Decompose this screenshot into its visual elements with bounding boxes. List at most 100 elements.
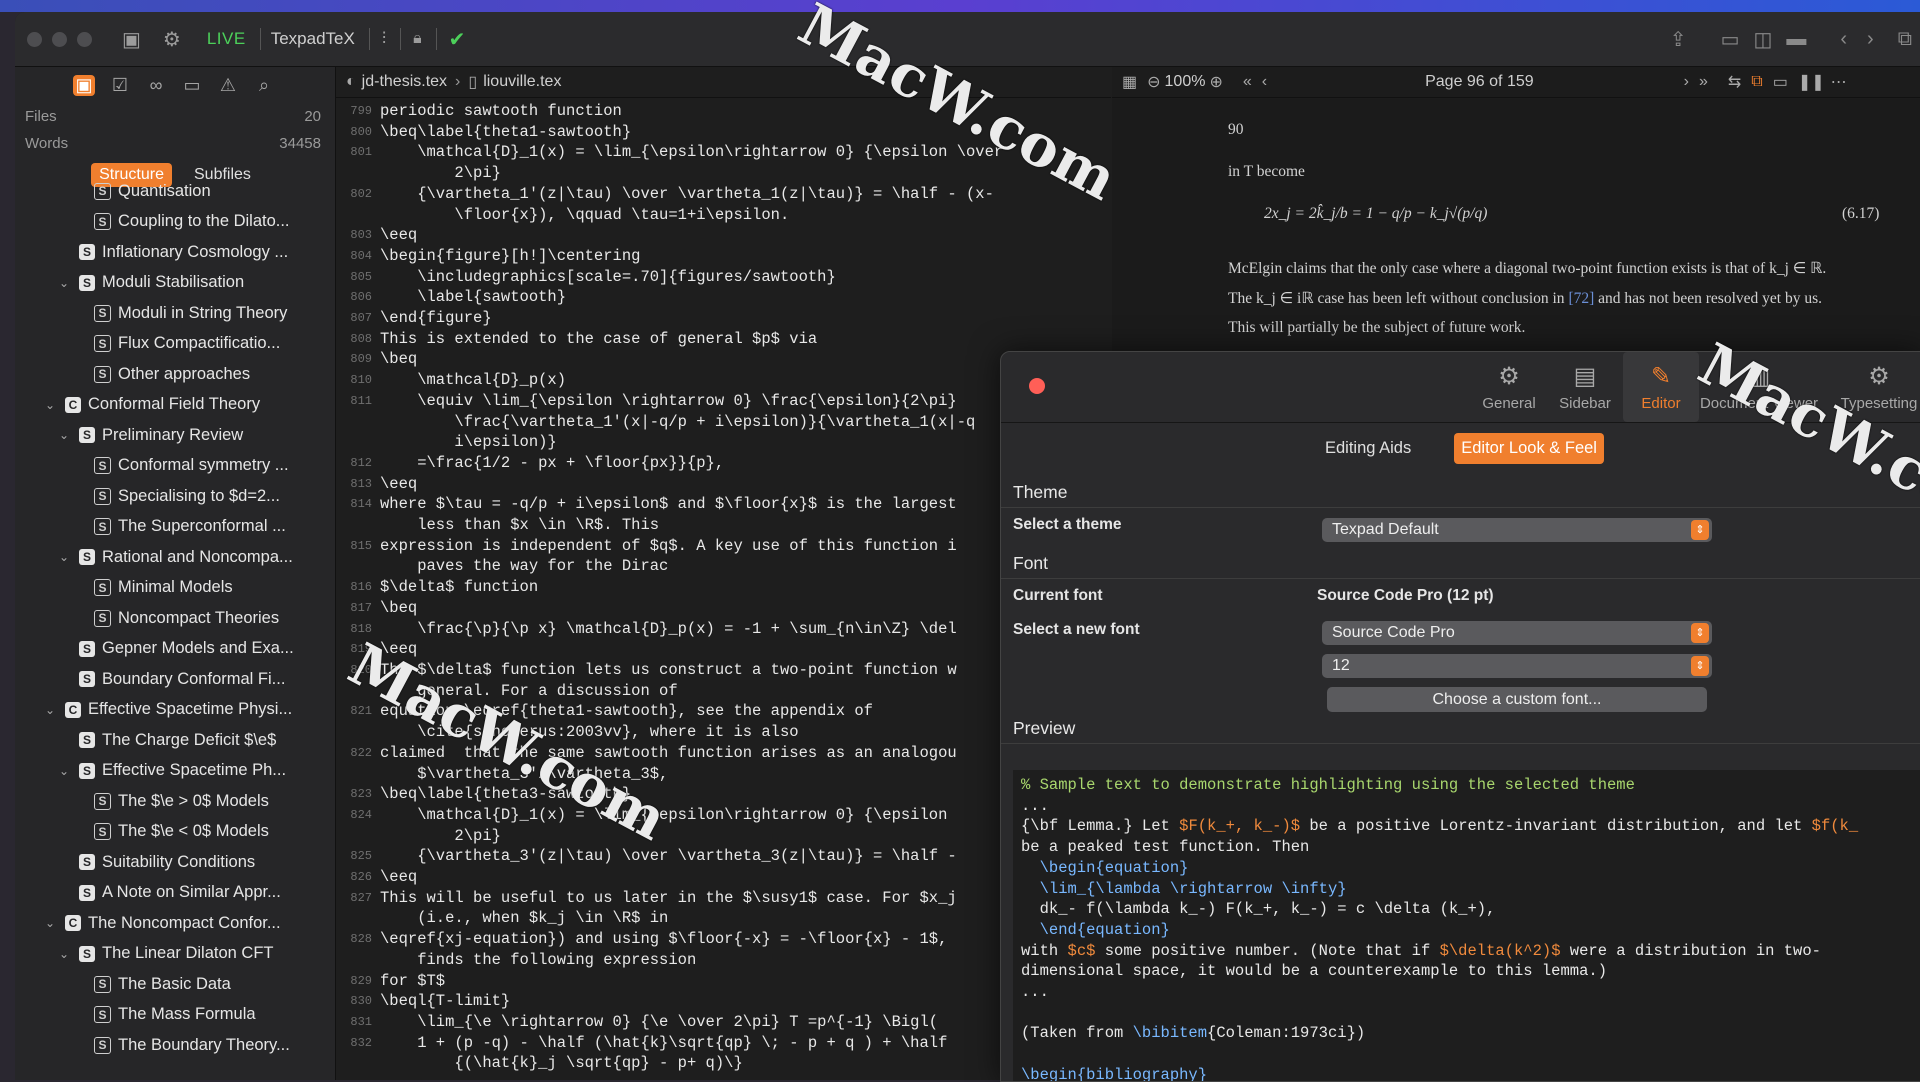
- outline-item[interactable]: SOther approaches: [15, 359, 335, 390]
- outline-item[interactable]: SCoupling to the Dilato...: [15, 207, 335, 238]
- disclosure-chevron-icon[interactable]: ⌄: [43, 703, 57, 717]
- code-line: {(\hat{k}_j \sqrt{qp} - p+ q)\}: [336, 1053, 1111, 1074]
- outline-item[interactable]: SNoncompact Theories: [15, 603, 335, 634]
- disclosure-chevron-icon[interactable]: ⌄: [57, 428, 71, 442]
- outline-item[interactable]: SThe Mass Formula: [15, 1000, 335, 1031]
- code-line: 815expression is independent of $q$. A k…: [336, 536, 1111, 557]
- zoom-window-button[interactable]: [77, 32, 92, 47]
- disclosure-chevron-icon[interactable]: ⌄: [57, 276, 71, 290]
- search-icon[interactable]: ⌕: [253, 75, 275, 96]
- outline-item[interactable]: ⌄CEffective Spacetime Physi...: [15, 695, 335, 726]
- disclosure-chevron-icon[interactable]: ⌄: [57, 947, 71, 961]
- theme-select[interactable]: Texpad Default ⇕: [1322, 518, 1712, 542]
- thumbnail-grid-icon[interactable]: ▦: [1122, 72, 1137, 92]
- code-text: (i.e., when $k_j \in \R$ in: [380, 908, 668, 929]
- window-icon[interactable]: ▭: [1773, 72, 1788, 92]
- outline-item[interactable]: ⌄CConformal Field Theory: [15, 390, 335, 421]
- outline-item[interactable]: SA Note on Similar Appr...: [15, 878, 335, 909]
- share-icon[interactable]: ⇪: [1670, 27, 1687, 52]
- disclosure-chevron-icon[interactable]: ⌄: [43, 916, 57, 930]
- first-page-icon[interactable]: «: [1243, 73, 1252, 91]
- outline-item[interactable]: SThe Boundary Theory...: [15, 1030, 335, 1061]
- outline-item[interactable]: SGepner Models and Exa...: [15, 634, 335, 665]
- document-viewer-tab[interactable]: ▥Document Viewer: [1699, 352, 1819, 422]
- outline-item[interactable]: SThe Charge Deficit $\e$: [15, 725, 335, 756]
- outline-item[interactable]: SModuli in String Theory: [15, 298, 335, 329]
- sidebar-toggle-icon[interactable]: ▣: [122, 27, 141, 52]
- disclosure-chevron-icon[interactable]: ⌄: [57, 550, 71, 564]
- check-circle-icon[interactable]: ✔: [449, 27, 466, 52]
- forward-arrow-icon[interactable]: ›: [1867, 28, 1874, 51]
- outline-item[interactable]: ⌄CThe Noncompact Confor...: [15, 908, 335, 939]
- outline-item[interactable]: SConformal symmetry ...: [15, 451, 335, 482]
- back-arrow-icon[interactable]: ‹: [1840, 28, 1847, 51]
- editor-tab[interactable]: ✎Editor: [1623, 352, 1699, 422]
- outline-item[interactable]: ⌄SLiouville Theory: [15, 1061, 335, 1069]
- editor-look-feel-tab[interactable]: Editor Look & Feel: [1454, 433, 1604, 464]
- folder-icon[interactable]: ▭: [181, 75, 203, 96]
- outline-item[interactable]: SInflationary Cosmology ...: [15, 237, 335, 268]
- warning-icon[interactable]: ⚠: [217, 75, 239, 96]
- lock-icon[interactable]: 🔒︎: [413, 30, 422, 48]
- minimize-window-button[interactable]: [52, 32, 67, 47]
- prev-page-icon[interactable]: ‹: [1262, 73, 1267, 91]
- settings-gear-icon[interactable]: ⚙: [163, 27, 181, 52]
- sync-icon[interactable]: ⇆: [1728, 72, 1741, 92]
- outline-item[interactable]: ⌄SRational and Noncompa...: [15, 542, 335, 573]
- breadcrumb-subfile[interactable]: liouville.tex: [483, 73, 561, 91]
- font-size-select[interactable]: 12 ⇕: [1322, 654, 1712, 678]
- general-tab[interactable]: ⚙General: [1471, 352, 1547, 422]
- outline-item[interactable]: ⌄SPreliminary Review: [15, 420, 335, 451]
- outline-item-label: Noncompact Theories: [118, 609, 279, 628]
- editing-aids-tab[interactable]: Editing Aids: [1318, 433, 1418, 464]
- layout-full-icon[interactable]: ▬: [1786, 28, 1806, 51]
- layout-split-icon[interactable]: ◫: [1753, 27, 1772, 52]
- outline-item[interactable]: SBoundary Conformal Fi...: [15, 664, 335, 695]
- outline-item-label: Inflationary Cosmology ...: [102, 243, 288, 262]
- outline-item[interactable]: SFlux Compactificatio...: [15, 329, 335, 360]
- disclosure-chevron-icon[interactable]: ⌄: [43, 398, 57, 412]
- live-typeset-toggle[interactable]: LIVE: [207, 29, 246, 49]
- font-family-value: Source Code Pro: [1332, 624, 1455, 641]
- section-badge-icon: S: [94, 1037, 111, 1054]
- choose-custom-font-button[interactable]: Choose a custom font...: [1327, 687, 1707, 712]
- layout-single-icon[interactable]: ▭: [1721, 27, 1740, 52]
- theme-section-header: Theme: [1001, 479, 1920, 505]
- more-icon[interactable]: ⋯: [1831, 72, 1847, 92]
- last-page-icon[interactable]: »: [1699, 73, 1708, 91]
- pause-icon[interactable]: ❚❚: [1798, 72, 1825, 92]
- outline-item[interactable]: SSuitability Conditions: [15, 847, 335, 878]
- preview-line: some positive number. (Note that if: [1095, 942, 1439, 960]
- breadcrumb-file[interactable]: jd-thesis.tex: [362, 73, 447, 91]
- sliders-icon[interactable]: ⫶: [382, 29, 386, 49]
- font-family-select[interactable]: Source Code Pro ⇕: [1322, 621, 1712, 645]
- source-editor[interactable]: ◐ jd-thesis.tex › ▯ liouville.tex 799per…: [336, 67, 1111, 1080]
- typesetter-selector[interactable]: TexpadTeX: [271, 29, 355, 49]
- citation-link[interactable]: [72]: [1568, 290, 1594, 307]
- outline-item[interactable]: SThe $\e > 0$ Models: [15, 786, 335, 817]
- todo-checkbox-icon[interactable]: ☑: [109, 75, 131, 96]
- sidebar-tab[interactable]: ▤Sidebar: [1547, 352, 1623, 422]
- external-open-icon[interactable]: ⧉: [1751, 73, 1762, 91]
- outline-item[interactable]: SQuantisation: [15, 176, 335, 207]
- structure-icon[interactable]: ▣: [73, 75, 95, 96]
- close-window-button[interactable]: [27, 32, 42, 47]
- outline-item[interactable]: SThe $\e < 0$ Models: [15, 817, 335, 848]
- outline-item[interactable]: ⌄SThe Linear Dilaton CFT: [15, 939, 335, 970]
- line-number: 819: [336, 639, 380, 660]
- disclosure-chevron-icon[interactable]: ⌄: [57, 764, 71, 778]
- next-page-icon[interactable]: ›: [1684, 73, 1689, 91]
- window-tile-icon[interactable]: ⧉: [1898, 28, 1912, 51]
- outline-item[interactable]: SSpecialising to $d=2...: [15, 481, 335, 512]
- outline-item[interactable]: SMinimal Models: [15, 573, 335, 604]
- outline-item[interactable]: SThe Basic Data: [15, 969, 335, 1000]
- close-preferences-button[interactable]: [1029, 378, 1045, 394]
- typesetting-tab[interactable]: ⚙Typesetting: [1819, 352, 1920, 422]
- zoom-in-icon[interactable]: ⊕: [1209, 72, 1222, 92]
- outline-item[interactable]: SThe Superconformal ...: [15, 512, 335, 543]
- zoom-level[interactable]: 100%: [1165, 73, 1206, 91]
- outline-item[interactable]: ⌄SModuli Stabilisation: [15, 268, 335, 299]
- links-icon[interactable]: ∞: [145, 75, 167, 96]
- zoom-out-icon[interactable]: ⊖: [1147, 72, 1160, 92]
- outline-item[interactable]: ⌄SEffective Spacetime Ph...: [15, 756, 335, 787]
